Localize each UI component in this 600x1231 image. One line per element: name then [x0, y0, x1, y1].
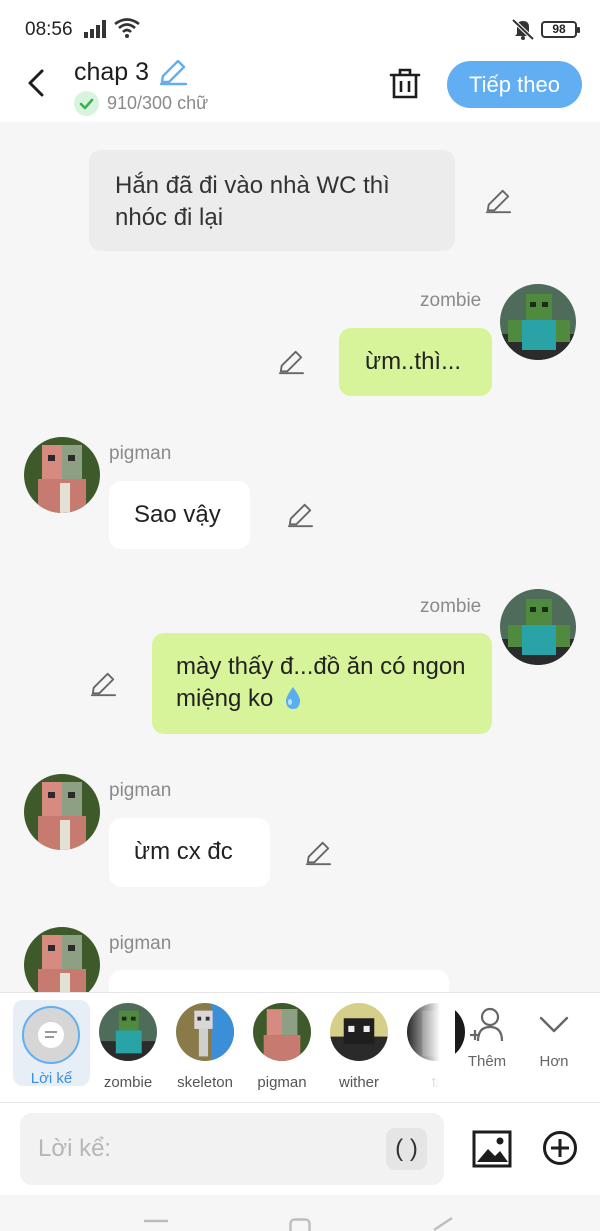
message-bubble[interactable]: Sao vậy — [109, 481, 250, 549]
chat-area[interactable]: Hắn đã đi vào nhà WC thì nhóc đi lại zom… — [0, 122, 600, 992]
message-text: mày thấy đ...đồ ăn có ngon miệng ko — [176, 653, 466, 712]
battery-icon: 98 — [541, 21, 580, 38]
more-button[interactable]: Hơn — [524, 1005, 584, 1070]
character-label: skeleton — [177, 1074, 233, 1091]
menu-nav-icon[interactable] — [144, 1217, 168, 1225]
add-character-button[interactable]: Thêm — [457, 1005, 517, 1070]
message-bubble[interactable]: ừm..thì... — [339, 328, 492, 396]
sender-name: pigman — [109, 933, 172, 954]
avatar[interactable] — [500, 589, 576, 665]
pencil-icon[interactable] — [277, 349, 305, 375]
page-title: chap 3 — [74, 58, 150, 86]
add-label: Thêm — [467, 1053, 507, 1070]
pencil-icon[interactable] — [484, 188, 512, 214]
plus-circle-icon[interactable] — [542, 1130, 578, 1166]
character-label: wither — [338, 1074, 379, 1091]
wifi-icon — [114, 18, 140, 38]
sender-name: zombie — [420, 290, 482, 311]
character-skeleton[interactable]: skeleton — [168, 1003, 242, 1091]
character-zombie[interactable]: zombie — [91, 1003, 165, 1091]
avatar[interactable] — [24, 927, 100, 992]
pencil-icon[interactable] — [158, 58, 188, 86]
image-icon[interactable] — [472, 1129, 512, 1169]
character-pigman[interactable]: pigman — [245, 1003, 319, 1091]
water-drop-icon — [285, 687, 301, 709]
avatar[interactable] — [24, 774, 100, 850]
next-button[interactable]: Tiếp theo — [447, 61, 582, 108]
sender-name: zombie — [420, 596, 482, 617]
character-label: pigman — [257, 1074, 307, 1091]
word-count: 910/300 chữ — [107, 93, 209, 113]
avatar — [99, 1003, 157, 1061]
more-label: Hơn — [539, 1053, 569, 1070]
avatar[interactable] — [500, 284, 576, 360]
signal-icon — [84, 20, 106, 38]
input-bar: ( ) — [0, 1102, 600, 1195]
parenthesis-button[interactable]: ( ) — [386, 1128, 427, 1170]
mute-icon — [511, 18, 535, 40]
character-bar: Lời kể zombie skeleton pigman wither Thê… — [0, 992, 600, 1102]
pencil-icon[interactable] — [286, 502, 314, 528]
avatar — [330, 1003, 388, 1061]
pencil-icon[interactable] — [89, 671, 117, 697]
message-bubble[interactable] — [109, 970, 449, 992]
character-label: zombie — [103, 1074, 153, 1091]
status-bar: 08:56 98 — [0, 0, 600, 58]
message-input[interactable] — [20, 1113, 444, 1185]
narration-bubble[interactable]: Hắn đã đi vào nhà WC thì nhóc đi lại — [89, 150, 455, 251]
pencil-icon[interactable] — [304, 840, 332, 866]
narrator-selector[interactable]: Lời kể — [13, 1000, 90, 1087]
avatar[interactable] — [24, 437, 100, 513]
narrator-icon — [22, 1006, 80, 1064]
header: chap 3 910/300 chữ Tiếp theo — [0, 58, 600, 122]
character-wither[interactable]: wither — [322, 1003, 396, 1091]
status-time: 08:56 — [25, 19, 73, 40]
home-nav-icon[interactable] — [289, 1218, 311, 1231]
back-nav-icon[interactable] — [430, 1217, 454, 1231]
avatar — [176, 1003, 234, 1061]
back-icon[interactable] — [22, 66, 52, 100]
fade-overlay — [405, 993, 455, 1093]
message-bubble[interactable]: mày thấy đ...đồ ăn có ngon miệng ko — [152, 633, 492, 734]
sender-name: pigman — [109, 780, 172, 801]
navigation-bar — [0, 1195, 600, 1231]
avatar — [253, 1003, 311, 1061]
chevron-down-icon — [539, 1016, 569, 1033]
check-icon — [74, 91, 99, 116]
message-bubble[interactable]: ừm cx đc — [109, 818, 270, 887]
sender-name: pigman — [109, 443, 172, 464]
narrator-label: Lời kể — [30, 1070, 73, 1087]
add-person-icon — [470, 1007, 504, 1042]
trash-icon[interactable] — [388, 67, 422, 101]
